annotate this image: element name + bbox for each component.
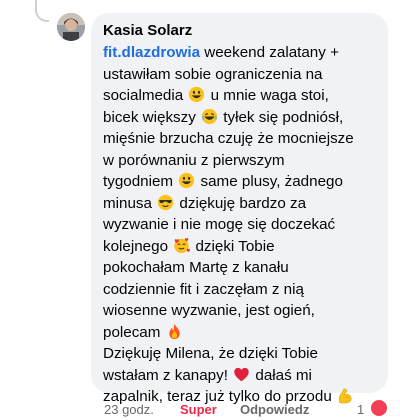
comment-text-segment: dziękuję bardzo za <box>175 194 307 212</box>
comment-text-segment: tygodniem <box>103 173 178 190</box>
avatar-photo <box>57 13 85 41</box>
comment-text-segment: dałaś mi <box>251 366 312 384</box>
comment-text-segment: ustawiłam sobie ograniczenia na <box>103 65 323 83</box>
comment-text-segment: pokochałam Martę z kanału <box>103 259 289 276</box>
smiling-face-icon <box>178 172 195 189</box>
comment-text-segment: minusa <box>103 194 157 212</box>
comment-text-segment: wyzwanie i nie mogę się doczekać <box>103 216 336 233</box>
comment-text-segment: bicek większy <box>103 108 201 126</box>
comment-text: fit.dlazdrowia weekend zalatany + ustawił… <box>103 42 376 408</box>
smiling-face-with-hearts-icon <box>173 237 191 254</box>
thread-connector-line <box>35 0 49 22</box>
heart-reaction-icon[interactable] <box>371 400 387 416</box>
sunglasses-face-icon <box>157 194 174 211</box>
comment-text-segment: w porównaniu z pierwszym <box>103 151 285 169</box>
comment-timestamp[interactable]: 23 godz. <box>104 402 154 417</box>
comment-text-segment: mięśnie brzucha czuję że mocniejsze <box>103 130 354 147</box>
comment-text-segment: wstałam z kanapy! <box>103 366 233 384</box>
comment-text-segment: Dziękuję Milena, że dzięki Tobie <box>103 345 318 362</box>
avatar[interactable] <box>57 13 85 41</box>
comment-text-segment: tyłek się podniósł, <box>219 108 344 126</box>
comment-text-segment: socialmedia <box>103 87 188 104</box>
comment-text-segment: wiosenne wyzwanie, jest ogień, <box>103 302 315 319</box>
comment-text-segment: codziennie fit i zaczęłam z nią <box>103 280 304 298</box>
comment-actions: 23 godz. Super Odpowiedz 1 <box>0 400 400 420</box>
smiling-face-icon <box>188 86 205 103</box>
mention-link[interactable]: fit.dlazdrowia <box>103 44 200 61</box>
comment-text-segment: dzięki Tobie <box>191 237 275 255</box>
comment-author[interactable]: Kasia Solarz <box>103 21 376 41</box>
fire-icon <box>166 323 183 340</box>
comment-text-segment: u mnie waga stoi, <box>206 87 329 104</box>
comment-text-segment: same plusy, żadnego <box>196 173 343 190</box>
reaction-button[interactable]: Super <box>180 402 217 417</box>
reply-button[interactable]: Odpowiedz <box>240 402 309 417</box>
comment-text-segment: kolejnego <box>103 237 173 255</box>
comment-text-segment: polecam <box>103 323 165 341</box>
laughing-tears-face-icon <box>201 108 218 125</box>
comment-bubble: Kasia Solarz fit.dlazdrowia weekend zala… <box>91 13 388 405</box>
reaction-count[interactable]: 1 <box>357 402 364 417</box>
red-heart-icon <box>233 366 250 383</box>
comment-text-segment: weekend zalatany + <box>200 44 339 61</box>
